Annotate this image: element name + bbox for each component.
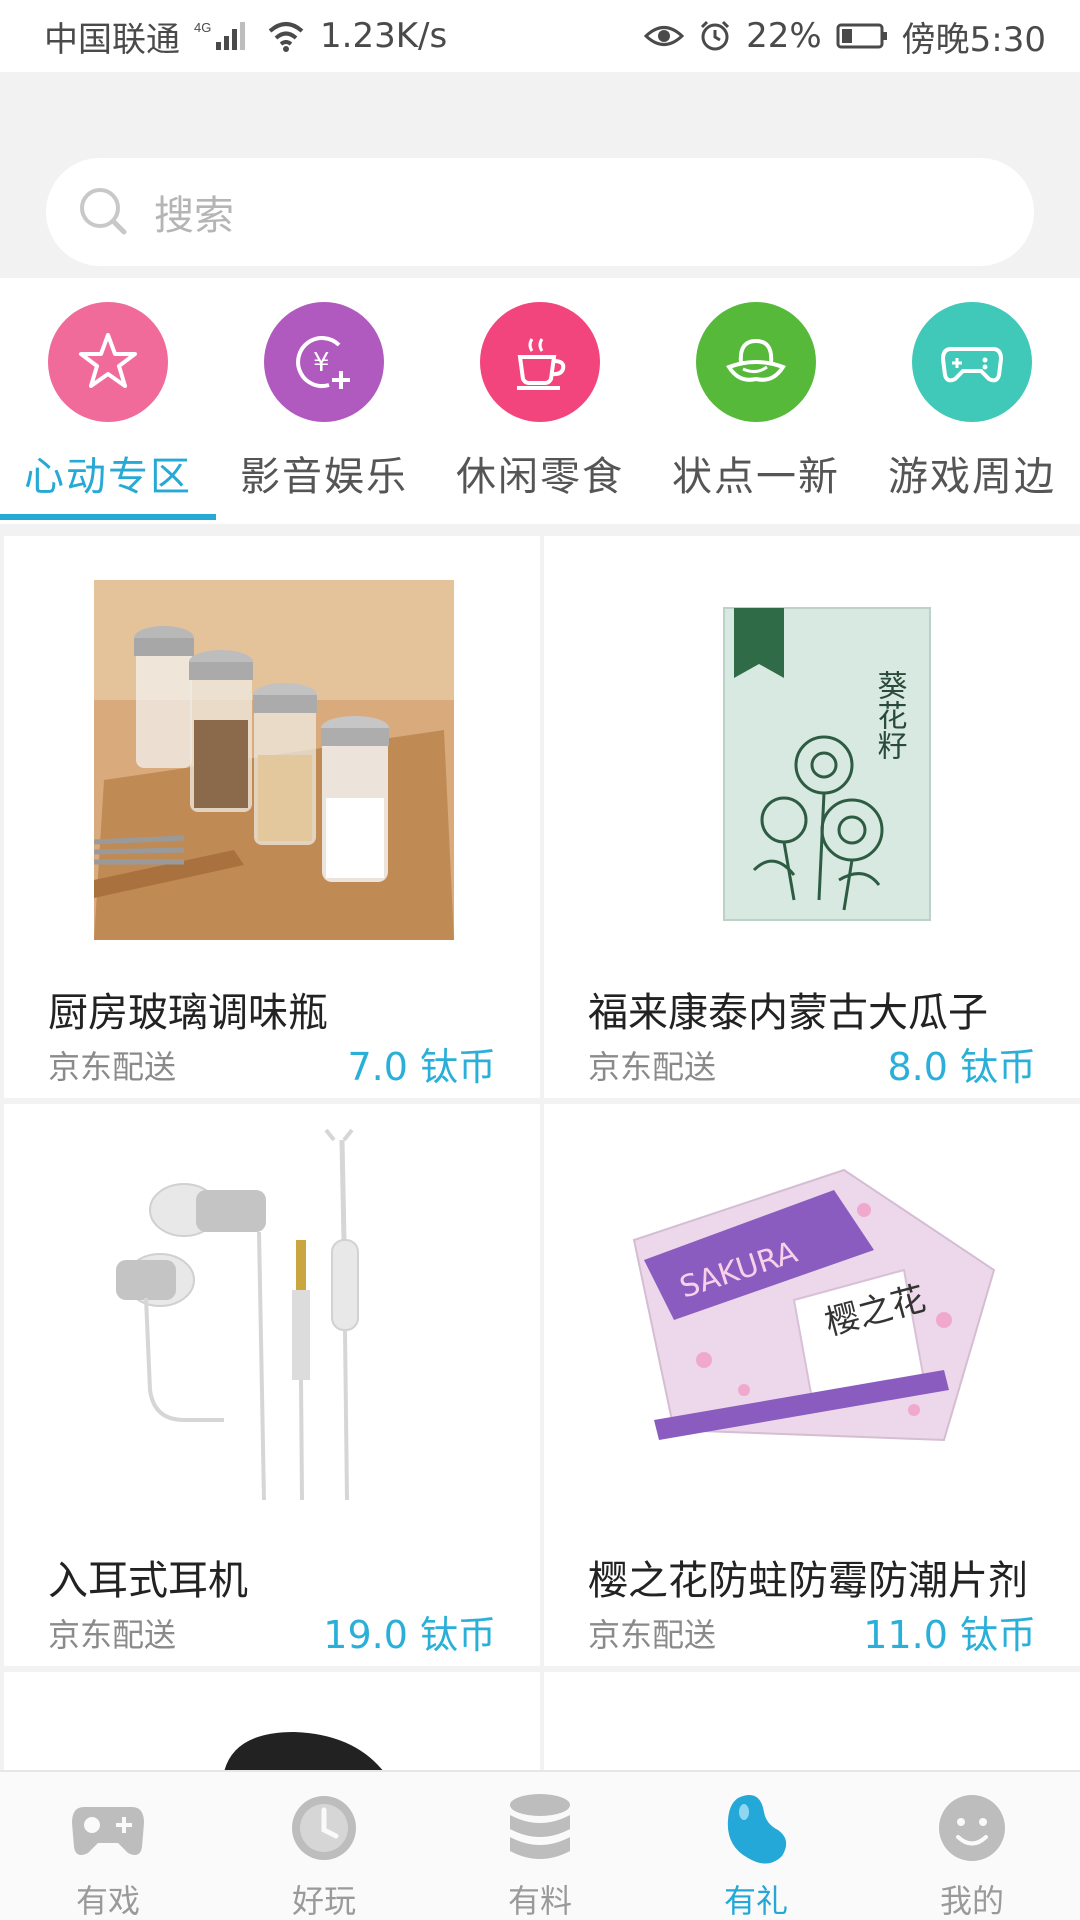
search-icon [80, 188, 127, 235]
product-card[interactable]: 厨房玻璃调味瓶 京东配送 7.0 钛币 [4, 536, 540, 1098]
battery-icon [836, 22, 888, 50]
hat-icon [696, 302, 816, 422]
product-shipping: 京东配送 [48, 1048, 177, 1086]
status-right: 22% 傍晚5:30 [644, 12, 1046, 61]
product-card-partial[interactable] [4, 1672, 540, 1770]
product-card[interactable]: 入耳式耳机 京东配送 19.0 钛币 [4, 1104, 540, 1666]
tab-snacks[interactable]: 休闲零食 [432, 278, 648, 524]
tab-makeover[interactable]: 状点一新 [648, 278, 864, 524]
smiley-icon [932, 1788, 1012, 1868]
product-image-seasoning-jars [94, 580, 454, 940]
nav-profile[interactable]: 我的 [864, 1772, 1080, 1920]
product-card[interactable]: SAKURA 樱之花 樱之花防蛀防霉防潮片剂 京东配送 11.0 钛币 [544, 1104, 1080, 1666]
tab-heart-zone[interactable]: 心动专区 [0, 278, 216, 524]
status-bar: 中国联通 4G 1.23K/s 22% 傍晚5:30 [0, 0, 1080, 72]
product-title: 入耳式耳机 [48, 1558, 248, 1604]
search-area: 搜索 [0, 72, 1080, 278]
tab-entertainment[interactable]: ¥ 影音娱乐 [216, 278, 432, 524]
category-tabs: 心动专区 ¥ 影音娱乐 休闲零食 状点一新 游戏周边 [0, 278, 1080, 524]
product-image-earphones [74, 1120, 474, 1520]
nav-label: 有料 [507, 1882, 572, 1920]
nav-content[interactable]: 有料 [432, 1772, 648, 1920]
gamepad-icon [68, 1788, 148, 1868]
signal-icon: 4G [194, 18, 252, 54]
product-card[interactable]: 葵花籽 福来康泰内蒙古大瓜子 京东配送 8.0 钛币 [544, 536, 1080, 1098]
nav-label: 有礼 [723, 1882, 788, 1920]
nav-label: 好玩 [291, 1882, 356, 1920]
status-left: 中国联通 4G 1.23K/s [44, 12, 447, 61]
product-price: 8.0 钛币 [887, 1045, 1036, 1089]
product-title: 樱之花防蛀防霉防潮片剂 [588, 1558, 1028, 1604]
clock-icon [284, 1788, 364, 1868]
product-price: 11.0 钛币 [863, 1613, 1036, 1657]
carrier-label: 中国联通 [44, 19, 180, 60]
tab-label: 状点一新 [672, 454, 840, 500]
active-tab-indicator [0, 514, 216, 520]
product-image-sunflower-seeds: 葵花籽 [634, 580, 994, 940]
gamepad-icon [912, 302, 1032, 422]
search-placeholder: 搜索 [154, 193, 234, 239]
coffee-cup-icon [480, 302, 600, 422]
eye-icon [644, 21, 685, 51]
product-card-partial[interactable] [544, 1672, 1080, 1770]
nav-label: 有戏 [75, 1882, 140, 1920]
product-shipping: 京东配送 [48, 1616, 177, 1654]
nav-games[interactable]: 有戏 [0, 1772, 216, 1920]
product-shipping: 京东配送 [588, 1048, 717, 1086]
product-price: 7.0 钛币 [347, 1045, 496, 1089]
svg-text:4G: 4G [194, 20, 211, 35]
net-speed-label: 1.23K/s [320, 16, 448, 56]
product-price: 19.0 钛币 [323, 1613, 496, 1657]
product-shipping: 京东配送 [588, 1616, 717, 1654]
screen: 中国联通 4G 1.23K/s 22% 傍晚5:30 搜索 心动专区 ¥ 影音娱… [0, 0, 1080, 1920]
tab-label: 心动专区 [24, 454, 192, 500]
tab-label: 游戏周边 [888, 454, 1056, 500]
coin-plus-icon: ¥ [264, 302, 384, 422]
database-icon [500, 1788, 580, 1868]
alarm-icon [698, 19, 732, 53]
product-image-partial [224, 1732, 383, 1770]
search-input[interactable]: 搜索 [46, 158, 1034, 266]
nav-label: 我的 [939, 1882, 1004, 1920]
tab-label: 休闲零食 [456, 454, 624, 500]
product-title: 福来康泰内蒙古大瓜子 [588, 990, 988, 1036]
product-image-sakura-tablets: SAKURA 樱之花 [614, 1120, 1014, 1520]
nav-gifts[interactable]: 有礼 [648, 1772, 864, 1920]
wifi-icon [266, 19, 306, 53]
bean-icon [716, 1788, 796, 1868]
nav-fun[interactable]: 好玩 [216, 1772, 432, 1920]
clock-time: 傍晚5:30 [901, 19, 1046, 60]
product-title: 厨房玻璃调味瓶 [48, 990, 328, 1036]
star-icon [48, 302, 168, 422]
svg-text:葵花籽: 葵花籽 [872, 670, 907, 760]
svg-text:¥: ¥ [313, 348, 330, 378]
tab-game-merch[interactable]: 游戏周边 [864, 278, 1080, 524]
product-grid: 厨房玻璃调味瓶 京东配送 7.0 钛币 葵花籽 福来康泰内蒙古大瓜子 京东配送 … [0, 530, 1080, 1770]
bottom-nav: 有戏 好玩 有料 有礼 我的 [0, 1770, 1080, 1920]
tab-label: 影音娱乐 [240, 454, 408, 500]
battery-percent: 22% [746, 16, 822, 56]
